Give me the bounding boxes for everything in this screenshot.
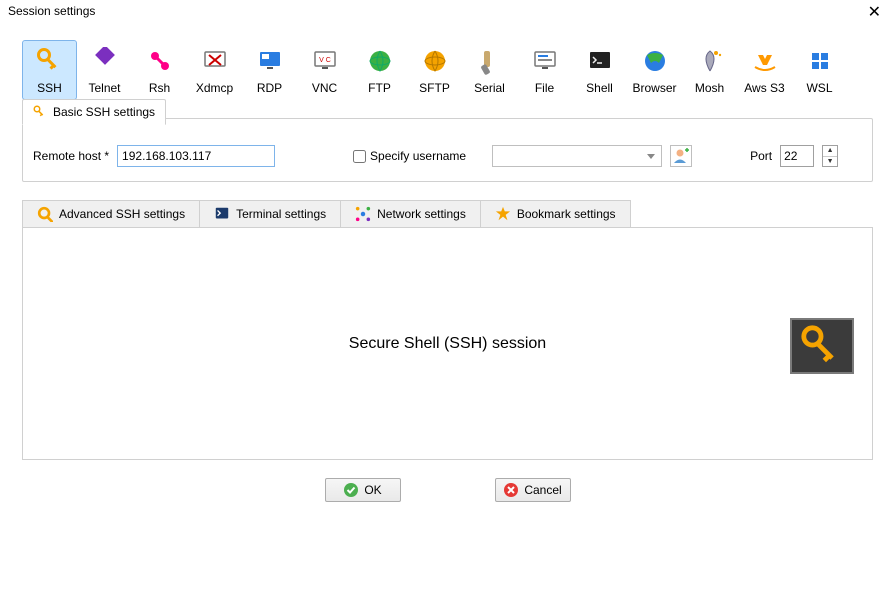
user-plus-icon: [672, 147, 690, 165]
session-type-label: Mosh: [695, 81, 724, 95]
add-user-button[interactable]: [670, 145, 692, 167]
session-type-label: VNC: [312, 81, 337, 95]
session-type-mosh[interactable]: Mosh: [682, 40, 737, 100]
telnet-icon: [91, 47, 119, 75]
session-type-rdp[interactable]: RDP: [242, 40, 297, 100]
port-label: Port: [750, 149, 772, 163]
session-type-xdmcp[interactable]: Xdmcp: [187, 40, 242, 100]
tab-label: Network settings: [377, 207, 466, 221]
session-type-telnet[interactable]: Telnet: [77, 40, 132, 100]
port-input[interactable]: [780, 145, 814, 167]
key-icon: [33, 105, 47, 119]
port-stepper[interactable]: ▲▼: [822, 145, 838, 167]
session-type-rsh[interactable]: Rsh: [132, 40, 187, 100]
tab-label: Advanced SSH settings: [59, 207, 185, 221]
ok-button[interactable]: OK: [325, 478, 401, 502]
key-icon: [36, 47, 64, 75]
serial-icon: [476, 47, 504, 75]
session-type-label: Rsh: [149, 81, 170, 95]
terminal-icon: [214, 206, 230, 222]
tab-basic-ssh-label: Basic SSH settings: [53, 105, 155, 119]
wsl-icon: [806, 47, 834, 75]
session-type-label: Serial: [474, 81, 505, 95]
cancel-button[interactable]: Cancel: [495, 478, 571, 502]
tab-label: Terminal settings: [236, 207, 326, 221]
session-type-label: WSL: [806, 81, 832, 95]
session-type-ftp[interactable]: FTP: [352, 40, 407, 100]
rdp-icon: [256, 47, 284, 75]
session-type-label: Browser: [632, 81, 676, 95]
ftp-icon: [366, 47, 394, 75]
file-icon: [531, 47, 559, 75]
session-type-browser[interactable]: Browser: [627, 40, 682, 100]
basic-settings-panel: Basic SSH settings Remote host * Specify…: [22, 118, 873, 182]
session-type-ssh[interactable]: SSH: [22, 40, 77, 100]
session-type-vnc[interactable]: VNC: [297, 40, 352, 100]
session-description-panel: Secure Shell (SSH) session: [22, 228, 873, 460]
specify-username-label: Specify username: [370, 149, 466, 163]
remote-host-label: Remote host *: [33, 149, 109, 163]
cancel-label: Cancel: [524, 483, 561, 497]
tab-bookmark[interactable]: Bookmark settings: [480, 200, 631, 227]
rsh-icon: [146, 47, 174, 75]
session-type-wsl[interactable]: WSL: [792, 40, 847, 100]
session-type-label: RDP: [257, 81, 282, 95]
remote-host-input[interactable]: [117, 145, 275, 167]
network-icon: [355, 206, 371, 222]
specify-username-checkbox[interactable]: Specify username: [353, 149, 466, 163]
username-dropdown[interactable]: [492, 145, 662, 167]
ok-label: OK: [364, 483, 381, 497]
session-type-label: Shell: [586, 81, 613, 95]
session-type-label: SFTP: [419, 81, 450, 95]
star-icon: [495, 206, 511, 222]
tab-adv-ssh[interactable]: Advanced SSH settings: [22, 200, 200, 227]
close-icon[interactable]: ✕: [862, 4, 887, 22]
session-type-shell[interactable]: Shell: [572, 40, 627, 100]
session-type-list: SSH Telnet Rsh Xdmcp RDP VNC FTP SFTP Serial File…: [22, 40, 895, 100]
check-icon: [343, 482, 359, 498]
key-icon: [37, 206, 53, 222]
session-type-file[interactable]: File: [517, 40, 572, 100]
session-description: Secure Shell (SSH) session: [349, 335, 546, 353]
xdmcp-icon: [201, 47, 229, 75]
vnc-icon: [311, 47, 339, 75]
tab-label: Bookmark settings: [517, 207, 616, 221]
session-type-serial[interactable]: Serial: [462, 40, 517, 100]
browser-icon: [641, 47, 669, 75]
awss3-icon: [751, 47, 779, 75]
session-type-awss3[interactable]: Aws S3: [737, 40, 792, 100]
session-type-badge: [790, 318, 854, 374]
session-type-label: Xdmcp: [196, 81, 233, 95]
session-type-label: Aws S3: [744, 81, 784, 95]
sftp-icon: [421, 47, 449, 75]
session-type-sftp[interactable]: SFTP: [407, 40, 462, 100]
shell-icon: [586, 47, 614, 75]
tab-basic-ssh[interactable]: Basic SSH settings: [22, 99, 166, 125]
tab-network[interactable]: Network settings: [340, 200, 481, 227]
tab-terminal[interactable]: Terminal settings: [199, 200, 341, 227]
specify-username-box[interactable]: [353, 150, 366, 163]
session-type-label: File: [535, 81, 554, 95]
advanced-tabstrip: Advanced SSH settings Terminal settings Ne…: [22, 200, 873, 228]
cancel-icon: [503, 482, 519, 498]
key-icon: [799, 323, 845, 369]
window-title: Session settings: [8, 4, 95, 18]
mosh-icon: [696, 47, 724, 75]
session-type-label: SSH: [37, 81, 62, 95]
session-type-label: Telnet: [88, 81, 120, 95]
session-type-label: FTP: [368, 81, 391, 95]
